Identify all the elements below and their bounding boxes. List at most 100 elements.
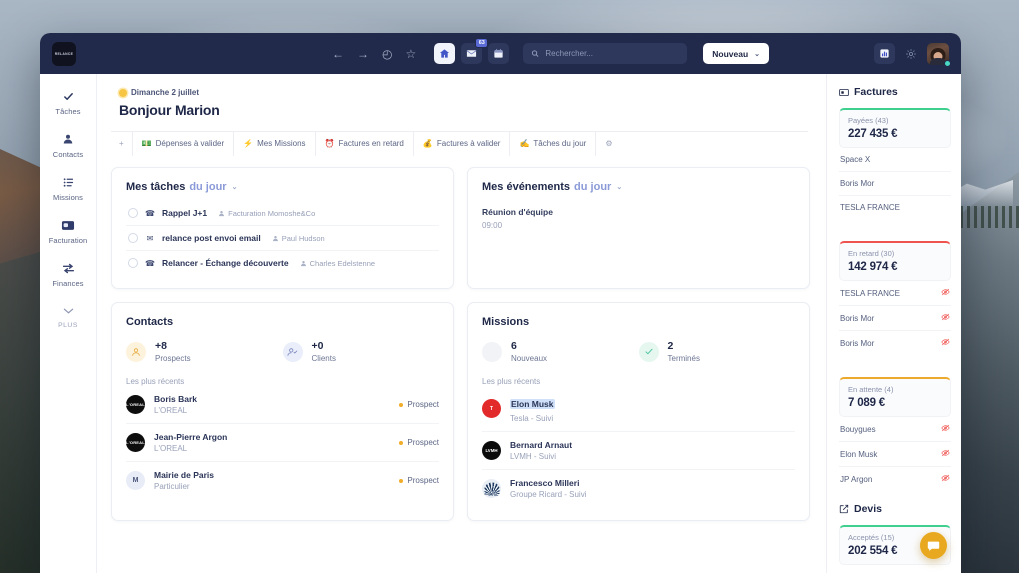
task-checkbox[interactable] bbox=[128, 258, 138, 268]
missions-card: Missions 6 Nouveaux 2 Terminés Les plus … bbox=[467, 302, 810, 521]
list-item[interactable]: L'OREAL Boris Bark L'OREAL Prospect bbox=[126, 386, 439, 424]
chart-icon-button[interactable] bbox=[874, 43, 895, 64]
list-item[interactable]: Boris Mor bbox=[839, 306, 951, 331]
sidebar-item-facturation[interactable]: Facturation bbox=[40, 219, 96, 245]
stat-value: +0 bbox=[311, 340, 324, 352]
tasks-title-sub[interactable]: du jour bbox=[189, 181, 226, 193]
list-item[interactable]: TESLA FRANCE bbox=[839, 196, 951, 219]
stat-prospects: +8 Prospects bbox=[126, 340, 283, 363]
list-item[interactable]: Elon Musk bbox=[839, 442, 951, 467]
list-item[interactable]: T Elon Musk Tesla - Suivi bbox=[482, 386, 795, 432]
mail-icon: ✉ bbox=[146, 233, 154, 243]
app-logo[interactable]: RELANCE bbox=[52, 41, 76, 66]
sidebar-item-plus[interactable]: PLUS bbox=[40, 305, 96, 329]
topbar-right-cluster bbox=[874, 42, 951, 67]
check-icon bbox=[638, 341, 659, 362]
search-input[interactable] bbox=[545, 49, 680, 58]
summary-box[interactable]: En attente (4) 7 089 € bbox=[839, 377, 951, 417]
chip-factures-en-retard[interactable]: ⏰ Factures en retard bbox=[316, 131, 414, 156]
list-item[interactable]: M Mairie de Paris Particulier Prospect bbox=[126, 462, 439, 499]
list-item[interactable]: L'OREAL Jean-Pierre Argon L'OREAL Prospe… bbox=[126, 424, 439, 462]
sidebar-item-label: PLUS bbox=[58, 322, 78, 329]
list-item[interactable]: Bouygues bbox=[839, 417, 951, 442]
search-box[interactable] bbox=[523, 43, 688, 64]
left-sidebar: Tâches Contacts Missions Facturation Fin… bbox=[40, 74, 97, 573]
stat-clients: +0 Clients bbox=[282, 340, 440, 363]
item-label: Space X bbox=[840, 155, 871, 164]
list-item[interactable]: LVMH Bernard Arnaut LVMH - Suivi bbox=[482, 432, 795, 470]
stat-label: Prospects bbox=[155, 354, 191, 363]
avatar[interactable] bbox=[927, 42, 951, 67]
stat-label: Terminés bbox=[667, 354, 700, 363]
list-item[interactable]: Boris Mor bbox=[839, 172, 951, 196]
list-item[interactable]: Space X bbox=[839, 565, 951, 573]
list-item[interactable]: Francesco Milleri Groupe Ricard - Suivi bbox=[482, 470, 795, 507]
eye-off-icon[interactable] bbox=[941, 338, 950, 348]
eye-off-icon[interactable] bbox=[941, 313, 950, 323]
factures-group-payees: Payées (43) 227 435 € Space X Boris Mor … bbox=[839, 108, 951, 219]
event-name[interactable]: Réunion d'équipe bbox=[482, 207, 795, 217]
task-row[interactable]: ☎ Rappel J+1 Facturation Momoshe&Co bbox=[126, 201, 439, 226]
mission-company: LVMH - Suivi bbox=[510, 452, 557, 461]
task-meta-label: Charles Edelstenne bbox=[309, 258, 376, 268]
eye-off-icon[interactable] bbox=[941, 424, 950, 434]
status-badge bbox=[944, 59, 951, 67]
sidebar-item-contacts[interactable]: Contacts bbox=[40, 133, 96, 159]
eye-off-icon[interactable] bbox=[941, 474, 950, 484]
new-button[interactable]: Nouveau ⌄ bbox=[703, 43, 770, 64]
date-line: Dimanche 2 juillet bbox=[119, 88, 808, 97]
factures-group-en-retard: En retard (30) 142 974 € TESLA FRANCE Bo… bbox=[839, 241, 951, 355]
chip-taches-du-jour[interactable]: ✍ Tâches du jour bbox=[510, 131, 597, 156]
summary-box[interactable]: Payées (43) 227 435 € bbox=[839, 108, 951, 148]
calendar-icon-button[interactable] bbox=[488, 43, 510, 64]
list-item[interactable]: Boris Mor bbox=[839, 331, 951, 355]
transfer-icon bbox=[62, 262, 75, 274]
factures-panel-title: Factures bbox=[839, 86, 951, 98]
chip-factures-a-valider[interactable]: 💰 Factures à valider bbox=[414, 131, 511, 156]
main-content: Dimanche 2 juillet Bonjour Marion + 💵 Dé… bbox=[97, 74, 826, 573]
home-icon-button[interactable] bbox=[434, 43, 456, 64]
mail-icon-button[interactable]: 63 bbox=[461, 38, 489, 64]
avatar: M bbox=[126, 471, 145, 490]
contacts-card: Contacts +8 Prospects +0 Clients Les plu… bbox=[111, 302, 454, 521]
home-icon bbox=[440, 49, 450, 58]
sidebar-item-finances[interactable]: Finances bbox=[40, 262, 96, 288]
chip-depenses-a-valider[interactable]: 💵 Dépenses à valider bbox=[133, 131, 235, 156]
mission-company: Groupe Ricard - Suivi bbox=[510, 490, 587, 499]
new-button-label: Nouveau bbox=[712, 48, 749, 59]
events-title-sub[interactable]: du jour bbox=[574, 181, 611, 193]
task-meta: Charles Edelstenne bbox=[300, 259, 375, 268]
list-item[interactable]: TESLA FRANCE bbox=[839, 281, 951, 306]
filter-chip-bar: + 💵 Dépenses à valider ⚡ Mes Missions ⏰ … bbox=[111, 131, 808, 156]
avatar: T bbox=[482, 399, 501, 418]
summary-box[interactable]: En retard (30) 142 974 € bbox=[839, 241, 951, 281]
forward-arrow-icon[interactable]: → bbox=[357, 48, 369, 60]
task-checkbox[interactable] bbox=[128, 208, 138, 218]
favorite-star-icon[interactable]: ☆ bbox=[405, 48, 416, 60]
chip-mes-missions[interactable]: ⚡ Mes Missions bbox=[234, 131, 316, 156]
status-label: Prospect bbox=[407, 438, 439, 447]
chip-add[interactable]: + bbox=[111, 131, 133, 156]
task-meta: Facturation Momoshe&Co bbox=[218, 209, 315, 218]
chat-bubble-button[interactable] bbox=[920, 532, 947, 559]
sidebar-item-label: Missions bbox=[53, 193, 83, 202]
eye-off-icon[interactable] bbox=[941, 449, 950, 459]
list-item[interactable]: JP Argon bbox=[839, 467, 951, 491]
history-clock-icon[interactable]: ◴ bbox=[382, 48, 392, 60]
chevron-down-icon[interactable]: ⌄ bbox=[232, 183, 238, 191]
task-checkbox[interactable] bbox=[128, 233, 138, 243]
back-arrow-icon[interactable]: ← bbox=[332, 48, 344, 60]
sidebar-item-taches[interactable]: Tâches bbox=[40, 90, 96, 116]
invoice-icon bbox=[839, 88, 849, 96]
sidebar-item-missions[interactable]: Missions bbox=[40, 176, 96, 202]
eye-off-icon[interactable] bbox=[941, 288, 950, 298]
gear-icon[interactable] bbox=[905, 48, 917, 60]
task-row[interactable]: ☎ Relancer - Échange découverte Charles … bbox=[126, 251, 439, 275]
chip-settings[interactable]: ⚙ bbox=[596, 132, 621, 156]
chevron-down-icon[interactable]: ⌄ bbox=[616, 183, 622, 191]
devis-panel-title: Devis bbox=[839, 503, 951, 515]
task-row[interactable]: ✉ relance post envoi email Paul Hudson bbox=[126, 226, 439, 251]
list-item[interactable]: Space X bbox=[839, 148, 951, 172]
task-meta: Paul Hudson bbox=[272, 234, 325, 243]
status-badge: Prospect bbox=[399, 438, 439, 447]
